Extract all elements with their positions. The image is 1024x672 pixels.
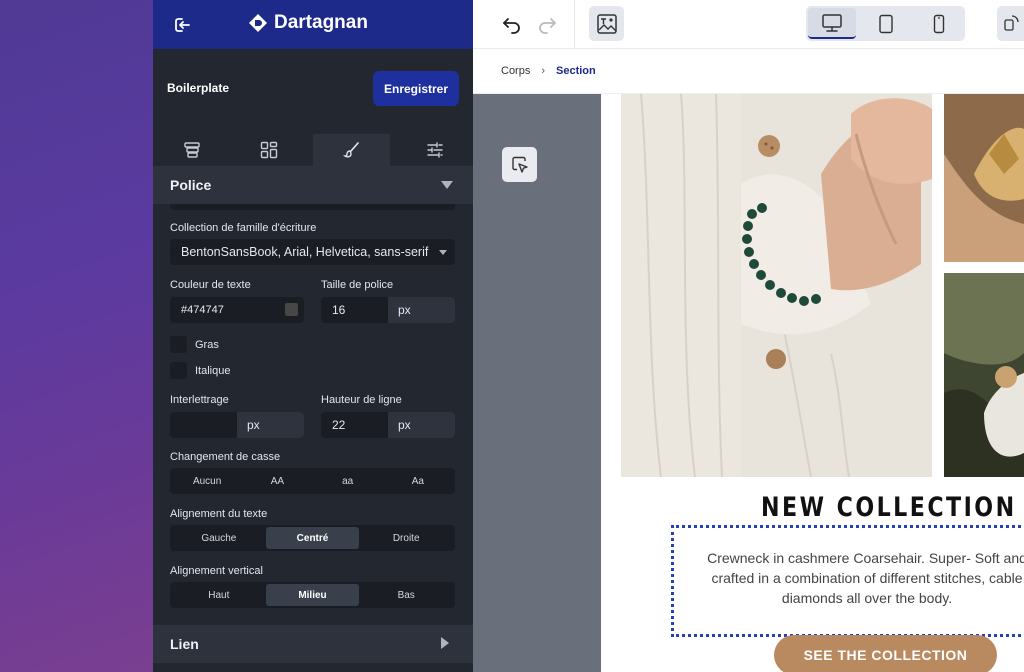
align-option-right[interactable]: Droite	[359, 527, 453, 549]
text-align-segmented: Gauche Centré Droite	[170, 525, 455, 551]
case-option-capitalize[interactable]: Aa	[383, 470, 453, 492]
brand-name: Dartagnan	[274, 12, 368, 33]
text-image-button[interactable]	[589, 6, 624, 41]
bracelet-photo	[621, 94, 932, 477]
scrolled-field-edge	[170, 204, 455, 210]
brand-bar: Dartagnan	[153, 0, 473, 49]
editor-toolbar	[473, 0, 1024, 49]
product-image-bracelet[interactable]	[621, 94, 932, 477]
document-name: Boilerplate	[167, 81, 230, 95]
tab-settings[interactable]	[396, 134, 473, 166]
save-button[interactable]: Enregistrer	[373, 71, 459, 106]
letter-spacing-label: Interlettrage	[170, 394, 229, 406]
product-image-necklace[interactable]	[944, 273, 1024, 477]
chevron-down-icon	[439, 250, 447, 255]
valign-option-top[interactable]: Haut	[172, 584, 266, 606]
breadcrumb-item-section[interactable]: Section	[556, 65, 596, 77]
letter-spacing-input[interactable]: px	[170, 412, 304, 438]
collapse-caret-icon	[441, 181, 453, 189]
align-option-center[interactable]: Centré	[265, 527, 360, 549]
letter-spacing-unit[interactable]: px	[237, 412, 304, 438]
desktop-background	[0, 0, 153, 672]
expand-caret-icon	[441, 637, 449, 649]
ring-photo	[944, 94, 1024, 262]
breadcrumb-separator-icon: ›	[541, 65, 546, 77]
collection-title[interactable]: NEW COLLECTION	[761, 492, 1017, 523]
sidebar-tabs	[153, 134, 473, 166]
tab-style[interactable]	[313, 134, 390, 166]
collection-description: Crewneck in cashmere Coarsehair. Super- …	[707, 550, 1024, 606]
bold-label: Gras	[195, 339, 219, 351]
see-collection-button[interactable]: SEE THE COLLECTION	[774, 635, 997, 672]
font-family-label: Collection de famille d'écriture	[170, 222, 317, 234]
desktop-icon	[822, 13, 842, 32]
vertical-align-label: Alignement vertical	[170, 565, 263, 577]
brush-icon	[342, 142, 359, 158]
text-image-icon	[596, 13, 617, 34]
font-family-select[interactable]: BentonSansBook, Arial, Helvetica, sans-s…	[170, 239, 455, 265]
line-height-input[interactable]: 22 px	[321, 412, 455, 438]
select-element-button[interactable]	[502, 147, 537, 182]
device-desktop-button[interactable]	[808, 8, 856, 39]
font-size-input[interactable]: 16 px	[321, 297, 455, 323]
case-option-none[interactable]: Aucun	[172, 470, 242, 492]
select-cursor-icon	[511, 156, 528, 173]
layers-icon	[183, 142, 200, 158]
necklace-photo	[944, 273, 1024, 477]
devices-sync-button[interactable]	[997, 6, 1024, 41]
breadcrumb-item-body[interactable]: Corps	[501, 65, 530, 77]
email-preview-canvas: NEW COLLECTION Crewneck in cashmere Coar…	[601, 94, 1024, 672]
line-height-label: Hauteur de ligne	[321, 394, 402, 406]
color-swatch[interactable]	[285, 303, 298, 316]
section-font-header[interactable]: Police	[153, 166, 473, 204]
valign-option-middle[interactable]: Milieu	[265, 584, 360, 606]
section-font-title: Police	[170, 177, 212, 193]
section-link-header[interactable]: Lien	[153, 625, 473, 663]
device-mobile-button[interactable]	[916, 8, 961, 39]
text-color-field[interactable]: #474747	[170, 297, 304, 323]
tab-blocks[interactable]	[230, 134, 307, 166]
tab-layers[interactable]	[153, 134, 230, 166]
device-switcher	[806, 6, 965, 41]
undo-icon[interactable]	[500, 13, 524, 35]
toolbar-divider	[574, 0, 575, 49]
italic-label: Italique	[195, 365, 231, 377]
devices-sync-icon	[1004, 15, 1019, 31]
collection-description-selected[interactable]: Crewneck in cashmere Coarsehair. Super- …	[671, 525, 1024, 637]
font-size-value: 16	[332, 303, 346, 317]
font-size-unit[interactable]: px	[388, 297, 455, 323]
document-header: Boilerplate Enregistrer	[153, 49, 473, 129]
case-label: Changement de casse	[170, 451, 281, 463]
breadcrumb: Corps › Section	[473, 49, 1024, 94]
product-image-ring[interactable]	[944, 94, 1024, 262]
line-height-value: 22	[332, 418, 346, 432]
editor-sidebar: Dartagnan Boilerplate Enregistrer Police…	[153, 0, 473, 672]
italic-checkbox[interactable]	[170, 362, 187, 379]
case-segmented: Aucun AA aa Aa	[170, 468, 455, 494]
text-color-value: #474747	[181, 304, 224, 316]
font-family-value: BentonSansBook, Arial, Helvetica, sans-s…	[181, 245, 429, 259]
tablet-icon	[878, 14, 893, 33]
bold-checkbox[interactable]	[170, 336, 187, 353]
canvas-gutter	[473, 94, 601, 672]
section-link-title: Lien	[170, 636, 199, 652]
text-align-label: Alignement du texte	[170, 508, 268, 520]
case-option-upper[interactable]: AA	[242, 470, 312, 492]
logo-icon	[249, 14, 267, 32]
exit-icon[interactable]	[169, 12, 195, 38]
sliders-icon	[426, 142, 443, 158]
blocks-icon	[260, 141, 277, 159]
mobile-icon	[933, 14, 944, 33]
align-option-left[interactable]: Gauche	[172, 527, 266, 549]
vertical-align-segmented: Haut Milieu Bas	[170, 582, 455, 608]
line-height-unit[interactable]: px	[388, 412, 455, 438]
font-size-label: Taille de police	[321, 279, 394, 291]
device-tablet-button[interactable]	[863, 8, 908, 39]
text-color-label: Couleur de texte	[170, 279, 251, 291]
valign-option-bottom[interactable]: Bas	[359, 584, 453, 606]
redo-icon[interactable]	[535, 13, 559, 35]
brand-logo: Dartagnan	[248, 12, 368, 34]
case-option-lower[interactable]: aa	[313, 470, 383, 492]
